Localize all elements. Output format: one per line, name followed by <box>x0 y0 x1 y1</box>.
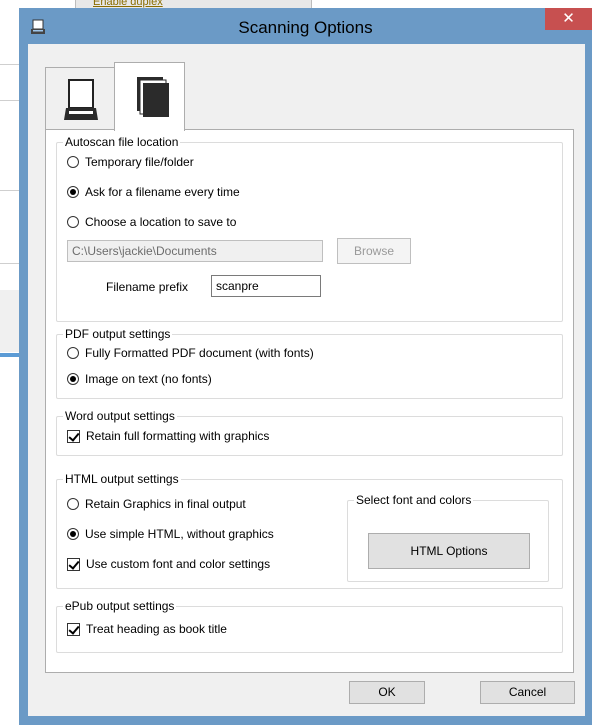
radio-button[interactable] <box>67 186 79 198</box>
checkbox[interactable] <box>67 557 80 571</box>
cancel-button[interactable]: Cancel <box>480 681 575 704</box>
autoscan-location-group: Autoscan file location Temporary file/fo… <box>56 135 563 322</box>
documents-tab-panel: Autoscan file location Temporary file/fo… <box>45 129 574 673</box>
radio-ask-filename[interactable]: Ask for a filename every time <box>67 184 240 200</box>
background-divider <box>0 64 19 65</box>
radio-label: Choose a location to save to <box>85 215 237 229</box>
radio-button[interactable] <box>67 216 79 228</box>
tab-scanner[interactable] <box>45 67 116 130</box>
checkbox-label: Treat heading as book title <box>86 622 227 636</box>
html-options-button[interactable]: HTML Options <box>368 533 530 569</box>
browse-button[interactable]: Browse <box>337 238 411 264</box>
treat-heading-checkbox[interactable]: Treat heading as book title <box>67 621 227 637</box>
tab-control: Autoscan file location Temporary file/fo… <box>45 62 574 673</box>
html-output-group: HTML output settings Retain Graphics in … <box>56 472 563 589</box>
radio-temporary-folder[interactable]: Temporary file/folder <box>67 154 194 170</box>
checkbox[interactable] <box>67 622 80 636</box>
radio-choose-location[interactable]: Choose a location to save to <box>67 214 236 230</box>
background-divider <box>0 100 19 101</box>
radio-button[interactable] <box>67 347 79 359</box>
enable-duplex-link[interactable]: Enable duplex <box>93 0 163 8</box>
filename-prefix-field[interactable]: scanpre <box>211 275 321 297</box>
background-left-panel <box>0 8 19 725</box>
retain-formatting-checkbox[interactable]: Retain full formatting with graphics <box>67 428 269 444</box>
pdf-output-group: PDF output settings Fully Formatted PDF … <box>56 327 563 399</box>
title-bar[interactable]: Scanning Options ✕ <box>19 8 592 44</box>
checkbox[interactable] <box>67 429 80 443</box>
radio-label: Use simple HTML, without graphics <box>85 527 274 541</box>
radio-label: Temporary file/folder <box>85 155 194 169</box>
tab-documents[interactable] <box>114 62 185 131</box>
custom-font-checkbox[interactable]: Use custom font and color settings <box>67 556 270 572</box>
radio-button[interactable] <box>67 528 79 540</box>
close-button[interactable]: ✕ <box>545 8 592 30</box>
word-output-group: Word output settings Retain full formatt… <box>56 409 563 456</box>
group-title: HTML output settings <box>63 472 181 486</box>
radio-image-on-text[interactable]: Image on text (no fonts) <box>67 371 212 387</box>
background-accent-bar <box>0 353 19 357</box>
epub-output-group: ePub output settings Treat heading as bo… <box>56 599 563 653</box>
dialog-client-area: Autoscan file location Temporary file/fo… <box>28 44 585 716</box>
group-title: Word output settings <box>63 409 177 423</box>
font-colors-group: Select font and colors HTML Options <box>347 493 549 582</box>
documents-icon <box>135 75 171 122</box>
radio-button[interactable] <box>67 373 79 385</box>
background-divider <box>0 263 19 264</box>
radio-label: Retain Graphics in final output <box>85 497 246 511</box>
group-title: Select font and colors <box>354 493 474 507</box>
filename-prefix-label: Filename prefix <box>106 280 189 294</box>
checkbox-label: Retain full formatting with graphics <box>86 429 270 443</box>
save-location-field[interactable]: C:\Users\jackie\Documents <box>67 240 323 262</box>
background-panel <box>0 290 19 352</box>
group-title: Autoscan file location <box>63 135 181 149</box>
radio-simple-html[interactable]: Use simple HTML, without graphics <box>67 526 274 542</box>
radio-formatted-pdf[interactable]: Fully Formatted PDF document (with fonts… <box>67 345 314 361</box>
checkbox-label: Use custom font and color settings <box>86 557 271 571</box>
scanner-icon <box>63 78 99 125</box>
background-divider <box>0 190 19 191</box>
radio-button[interactable] <box>67 498 79 510</box>
group-title: PDF output settings <box>63 327 173 341</box>
radio-label: Ask for a filename every time <box>85 185 240 199</box>
scanning-options-dialog: Scanning Options ✕ Autoscan file locatio… <box>19 8 592 725</box>
radio-button[interactable] <box>67 156 79 168</box>
ok-button[interactable]: OK <box>349 681 425 704</box>
dialog-title: Scanning Options <box>238 18 373 37</box>
radio-retain-graphics[interactable]: Retain Graphics in final output <box>67 496 246 512</box>
group-title: ePub output settings <box>63 599 177 613</box>
radio-label: Image on text (no fonts) <box>85 372 212 386</box>
radio-label: Fully Formatted PDF document (with fonts… <box>85 346 314 360</box>
